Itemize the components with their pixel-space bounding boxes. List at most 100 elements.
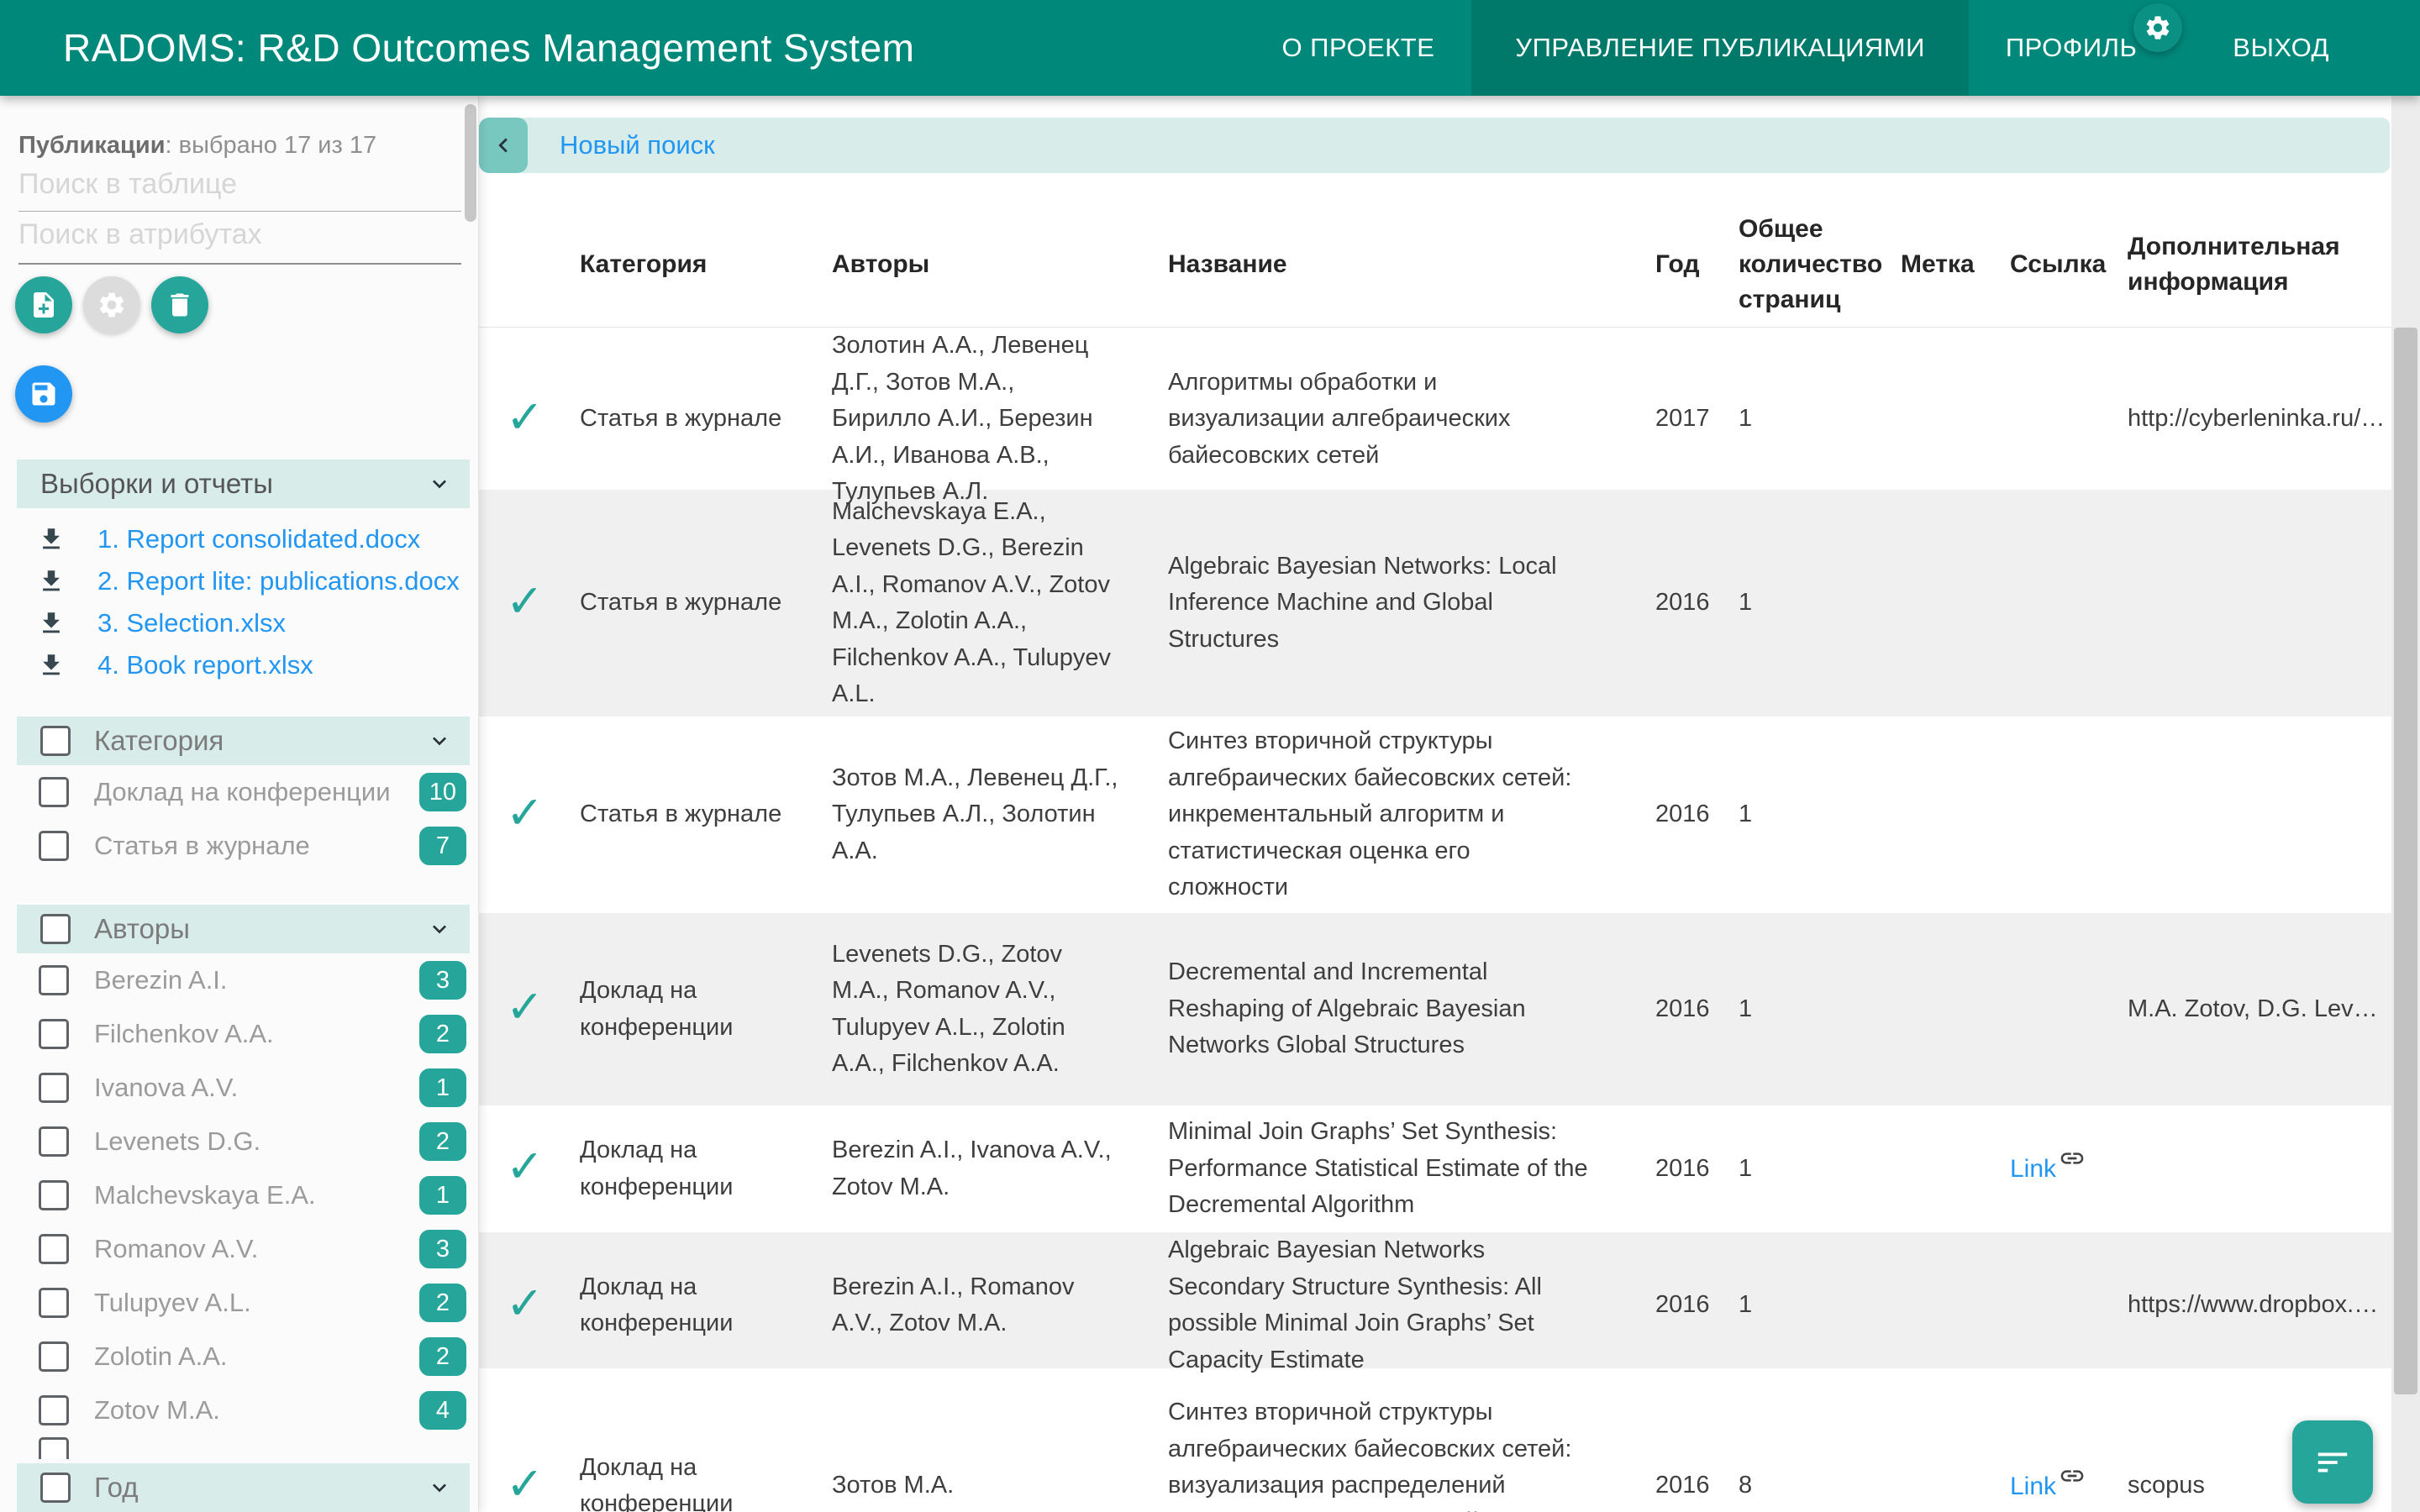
filter-label: Доклад на конференции [94,777,391,807]
cell-info: M.A. Zotov, D.G. Leven… [2128,991,2391,1028]
count-badge: 2 [419,1284,466,1322]
cell-pages: 8 [1739,1467,1901,1504]
filter-checkbox[interactable] [39,1341,69,1372]
profile-gear-badge[interactable] [2133,3,2182,52]
nav-publications[interactable]: УПРАВЛЕНИЕ ПУБЛИКАЦИЯМИ [1471,0,1968,96]
main-content: Новый поиск Категория Авторы Название Го… [479,96,2420,1512]
cell-title: Algebraic Bayesian Networks: Local Infer… [1168,549,1655,659]
publication-link[interactable]: Link [2010,1150,2056,1188]
check-icon: ✓ [506,788,544,838]
report-link[interactable]: 1. Report consolidated.docx [97,524,420,554]
filter-checkbox[interactable] [39,1288,69,1318]
download-icon[interactable] [37,609,66,638]
search-toolbar: Новый поиск [479,96,2420,202]
filter-fab-button[interactable] [2292,1420,2373,1504]
category-select-all-checkbox[interactable] [40,726,71,756]
filter-checkbox[interactable] [39,1019,69,1049]
nav-profile[interactable]: ПРОФИЛЬ [1969,0,2196,96]
col-category[interactable]: Категория [580,247,832,282]
col-year[interactable]: Год [1655,247,1739,282]
col-authors[interactable]: Авторы [832,247,1168,282]
sidebar-scrollbar-thumb[interactable] [465,104,476,222]
year-select-all-checkbox[interactable] [40,1473,71,1503]
table-row[interactable]: ✓ Доклад на конференции Berezin A.I., Iv… [479,1105,2420,1232]
section-category[interactable]: Категория [17,717,470,765]
cell-authors: Berezin A.I., Romanov A.V., Zotov M.A. [832,1269,1168,1342]
add-publication-button[interactable] [15,276,72,333]
filter-checkbox[interactable] [39,1126,69,1157]
gear-icon [2144,13,2172,42]
filter-label: Zolotin A.A. [94,1341,228,1372]
settings-button[interactable] [83,276,140,333]
filter-checkbox[interactable] [39,1073,69,1103]
collapse-sidebar-button[interactable] [479,118,528,173]
report-link[interactable]: 3. Selection.xlsx [97,608,286,638]
chevron-down-icon [426,727,453,754]
cell-category: Доклад на конференции [580,973,832,1046]
col-label[interactable]: Метка [1901,247,2010,282]
cell-title: Decremental and Incremental Reshaping of… [1168,954,1655,1064]
check-icon: ✓ [506,982,544,1032]
filter-checkbox[interactable] [39,831,69,861]
search-attributes-input[interactable] [18,217,461,265]
count-badge: 3 [419,1230,466,1268]
filter-checkbox[interactable] [39,1437,69,1459]
cell-year: 2017 [1655,401,1739,438]
cell-category: Доклад на конференции [580,1450,832,1512]
col-pages[interactable]: Общее количество страниц [1739,212,1901,318]
nav-logout[interactable]: ВЫХОД [2196,0,2366,96]
selection-summary: Публикации: выбрано 17 из 17 [18,131,461,160]
cell-authors: Malchevskaya E.A., Levenets D.G., Berezi… [832,494,1168,713]
count-badge: 7 [419,827,466,865]
main-scrollbar-track[interactable] [2391,96,2420,1512]
report-link[interactable]: 2. Report lite: publications.docx [97,566,460,596]
download-icon[interactable] [37,567,66,596]
cell-pages: 1 [1739,796,1901,833]
nav-about[interactable]: О ПРОЕКТЕ [1244,0,1471,96]
count-badge: 1 [419,1068,466,1107]
cell-year: 2016 [1655,1287,1739,1324]
filter-item-author: Ivanova A.V. 1 [39,1061,466,1115]
filter-checkbox[interactable] [39,777,69,807]
filter-checkbox[interactable] [39,1395,69,1425]
sidebar-actions [15,276,478,333]
cell-link: Link [2010,1467,2128,1505]
cell-year: 2016 [1655,1151,1739,1188]
col-info[interactable]: Дополнительная информация [2128,229,2391,300]
col-title[interactable]: Название [1168,247,1655,282]
filter-label: Romanov A.V. [94,1234,258,1264]
search-table-input[interactable] [18,166,461,212]
filter-checkbox[interactable] [39,1180,69,1210]
section-reports[interactable]: Выборки и отчеты [17,459,470,508]
filter-checkbox[interactable] [39,1234,69,1264]
publication-link[interactable]: Link [2010,1467,2056,1505]
count-badge: 2 [419,1015,466,1053]
table-row[interactable]: ✓ Доклад на конференции Berezin A.I., Ro… [479,1232,2420,1368]
table-row[interactable]: ✓ Статья в журнале Золотин А.А., Левенец… [479,328,2420,490]
table-row[interactable]: ✓ Доклад на конференции Зотов М.А. Синте… [479,1368,2420,1512]
filter-checkbox[interactable] [39,965,69,995]
cell-category: Статья в журнале [580,585,832,622]
new-search-link[interactable]: Новый поиск [560,130,715,160]
table-row[interactable]: ✓ Статья в журнале Malchevskaya E.A., Le… [479,490,2420,717]
table-row[interactable]: ✓ Доклад на конференции Levenets D.G., Z… [479,913,2420,1105]
download-icon[interactable] [37,651,66,680]
save-selection-button[interactable] [15,365,72,423]
download-icon[interactable] [37,525,66,554]
delete-button[interactable] [151,276,208,333]
check-icon: ✓ [506,1142,544,1192]
cell-title: Синтез вторичной структуры алгебраически… [1168,723,1655,906]
authors-select-all-checkbox[interactable] [40,914,71,944]
nav-about-label: О ПРОЕКТЕ [1281,33,1434,63]
section-authors-label: Авторы [94,913,190,945]
section-year[interactable]: Год [17,1463,470,1512]
filter-item-category: Доклад на конференции 10 [39,765,466,819]
main-scrollbar-thumb[interactable] [2394,328,2417,1394]
filter-sort-icon [2313,1443,2352,1482]
table-row[interactable]: ✓ Статья в журнале Зотов М.А., Левенец Д… [479,717,2420,913]
filter-item-author: Zotov M.A. 4 [39,1383,466,1437]
report-link[interactable]: 4. Book report.xlsx [97,650,313,680]
col-link[interactable]: Ссылка [2010,247,2128,282]
cell-pages: 1 [1739,1151,1901,1188]
section-authors[interactable]: Авторы [17,905,470,953]
